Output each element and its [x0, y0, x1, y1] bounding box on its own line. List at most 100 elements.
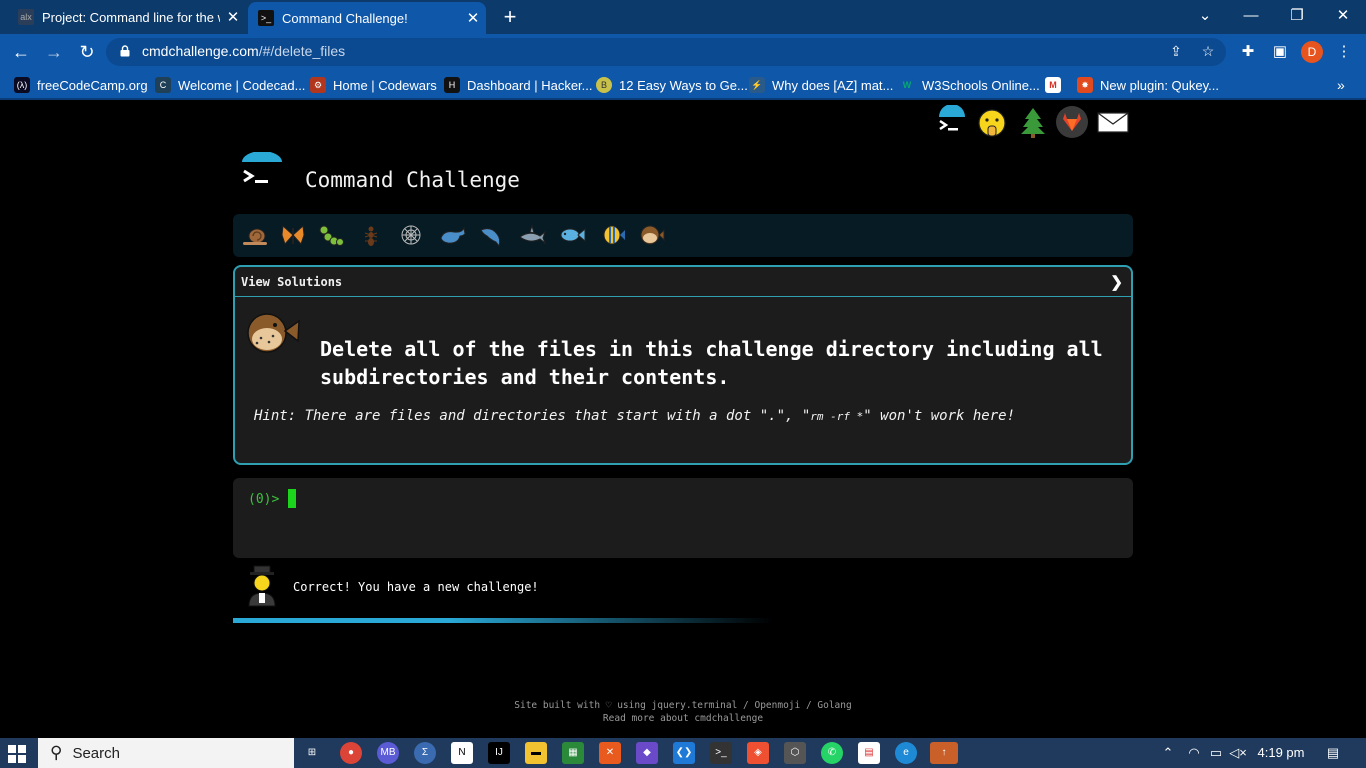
ant-icon[interactable]	[357, 222, 385, 248]
challenge-panel: View Solutions ❯ Delete all of the files…	[233, 265, 1133, 465]
blowfish-icon[interactable]	[637, 222, 665, 248]
site-footer: Site built with ♡ using jquery.terminal …	[0, 699, 1366, 725]
challenge-hint: Hint: There are files and directories th…	[254, 408, 1015, 424]
clock[interactable]: 4:19 pm	[1252, 738, 1310, 768]
shark-icon[interactable]	[518, 222, 546, 248]
tree-icon[interactable]	[1016, 105, 1050, 139]
minimize-button[interactable]: —	[1228, 0, 1274, 34]
forward-button[interactable]: →	[41, 40, 67, 64]
tab-project[interactable]: alx Project: Command line for the wi ✕	[8, 0, 246, 34]
cmdchallenge-logo-icon	[242, 152, 282, 183]
more-bookmarks-icon[interactable]: »	[1337, 76, 1345, 94]
fcc-icon: (λ)	[14, 77, 30, 93]
terminal-prompt: (0)>	[248, 492, 280, 507]
lock-icon[interactable]	[120, 45, 130, 57]
tropical-fish-icon[interactable]	[598, 222, 626, 248]
url-host: cmdchallenge.com	[142, 43, 259, 59]
view-solutions-label: View Solutions	[241, 274, 343, 289]
search-icon: ⚲	[50, 743, 63, 762]
mail-icon[interactable]	[1096, 105, 1130, 139]
article-icon: B	[596, 77, 612, 93]
task-view-icon[interactable]: ⊞	[301, 742, 323, 764]
page-title: Command Challenge	[305, 168, 520, 192]
tray-chevron-icon[interactable]: ⌃	[1158, 738, 1178, 768]
caterpillar-icon[interactable]	[317, 222, 345, 248]
shushing-face-icon[interactable]	[975, 105, 1009, 139]
codecademy-icon: C	[155, 77, 171, 93]
vscode-icon[interactable]: ❮❯	[673, 742, 695, 764]
sigma-app-icon[interactable]: Σ	[414, 742, 436, 764]
close-tab-icon[interactable]: ✕	[460, 9, 486, 27]
restore-button[interactable]: ❐	[1274, 0, 1320, 34]
search-placeholder: Search	[72, 744, 120, 762]
address-bar[interactable]: cmdchallenge.com/#/delete_files ⇪ ☆	[106, 38, 1226, 66]
level-progress-bar	[233, 214, 1133, 257]
bookmark-gmail[interactable]: M	[1045, 76, 1068, 94]
student-icon	[248, 565, 276, 607]
terminal-app-icon[interactable]: >_	[710, 742, 732, 764]
chevron-right-icon[interactable]: ❯	[1110, 273, 1123, 291]
windows-taskbar: ⚲ Search ⊞ ● MB Σ N IJ ▬ ▦ ✕ ◆ ❮❯ >_ ◈ ⬡…	[0, 738, 1366, 768]
bookmark-codewars[interactable]: ⚙ Home | Codewars	[310, 76, 437, 94]
browser-tab-strip: alx Project: Command line for the wi ✕ >…	[0, 0, 1366, 34]
new-tab-button[interactable]: +	[498, 4, 522, 30]
hint-text-end: " won't work here!	[863, 408, 1015, 424]
xampp-icon[interactable]: ✕	[599, 742, 621, 764]
wifi-icon[interactable]: ◠	[1184, 738, 1204, 768]
mb-app-icon[interactable]: MB	[377, 742, 399, 764]
fish-icon[interactable]	[558, 222, 586, 248]
spider-web-icon[interactable]	[397, 222, 425, 248]
bookmark-hackerrank[interactable]: H Dashboard | Hacker...	[444, 76, 593, 94]
dolphin-icon[interactable]	[477, 222, 505, 248]
tab-command-challenge[interactable]: >_ Command Challenge! ✕	[248, 2, 486, 34]
chrome-icon[interactable]: ●	[340, 742, 362, 764]
tab-title: Project: Command line for the wi	[42, 9, 220, 25]
menu-icon[interactable]: ⋮	[1332, 40, 1356, 64]
reload-button[interactable]: ↻	[74, 40, 100, 64]
battery-icon[interactable]: ▭	[1206, 738, 1226, 768]
file-explorer-icon[interactable]: ▬	[525, 742, 547, 764]
windows-start-icon[interactable]	[8, 745, 26, 763]
git-icon[interactable]: ◈	[747, 742, 769, 764]
side-panel-icon[interactable]: ▣	[1268, 40, 1292, 64]
virtualbox-icon[interactable]: ⬡	[784, 742, 806, 764]
obsidian-icon[interactable]: ◆	[636, 742, 658, 764]
volume-icon[interactable]: ◁×	[1228, 738, 1248, 768]
edge-icon[interactable]: e	[895, 742, 917, 764]
footer-about-link[interactable]: Read more about cmdchallenge	[0, 712, 1366, 725]
extensions-icon[interactable]: ✚	[1236, 40, 1260, 64]
bookmark-freecodecamp[interactable]: (λ) freeCodeCamp.org	[14, 76, 148, 94]
hint-code: rm -rf *	[810, 410, 864, 423]
gmail-icon: M	[1045, 77, 1061, 93]
whale-icon[interactable]	[438, 222, 466, 248]
profile-avatar[interactable]: D	[1301, 41, 1323, 63]
back-button[interactable]: ←	[8, 40, 34, 64]
document-app-icon[interactable]: ▤	[858, 742, 880, 764]
share-icon[interactable]: ⇪	[1166, 43, 1186, 61]
bookmark-w3schools[interactable]: W W3Schools Online...	[899, 76, 1040, 94]
bookmark-label: freeCodeCamp.org	[37, 77, 148, 93]
bookmark-easy-ways[interactable]: B 12 Easy Ways to Ge...	[596, 76, 748, 94]
url-text[interactable]: cmdchallenge.com/#/delete_files	[142, 43, 345, 59]
taskbar-search[interactable]: ⚲ Search	[38, 738, 294, 768]
snail-icon[interactable]	[241, 222, 269, 248]
notion-icon[interactable]: N	[451, 742, 473, 764]
bookmark-label: Home | Codewars	[333, 77, 437, 93]
butterfly-icon[interactable]	[279, 222, 307, 248]
terminal-input[interactable]: (0)>	[233, 478, 1133, 558]
active-app-icon[interactable]: ↑	[930, 742, 958, 764]
gitlab-icon[interactable]	[1055, 105, 1089, 139]
bookmark-new-plugin[interactable]: ✸ New plugin: Qukey...	[1077, 76, 1219, 94]
bookmark-az-matches[interactable]: ⚡ Why does [AZ] mat...	[749, 76, 893, 94]
notifications-icon[interactable]: ▤	[1320, 738, 1346, 768]
intellij-icon[interactable]: IJ	[488, 742, 510, 764]
close-window-button[interactable]: ✕	[1320, 0, 1366, 34]
whatsapp-icon[interactable]: ✆	[821, 742, 843, 764]
tab-search-icon[interactable]: ⌄	[1182, 0, 1228, 34]
close-tab-icon[interactable]: ✕	[220, 8, 246, 26]
bookmark-codecademy[interactable]: C Welcome | Codecad...	[155, 76, 305, 94]
photos-icon[interactable]: ▦	[562, 742, 584, 764]
bookmark-star-icon[interactable]: ☆	[1198, 43, 1218, 61]
terminal-icon[interactable]	[935, 105, 969, 139]
view-solutions-toggle[interactable]: View Solutions	[235, 267, 1131, 297]
